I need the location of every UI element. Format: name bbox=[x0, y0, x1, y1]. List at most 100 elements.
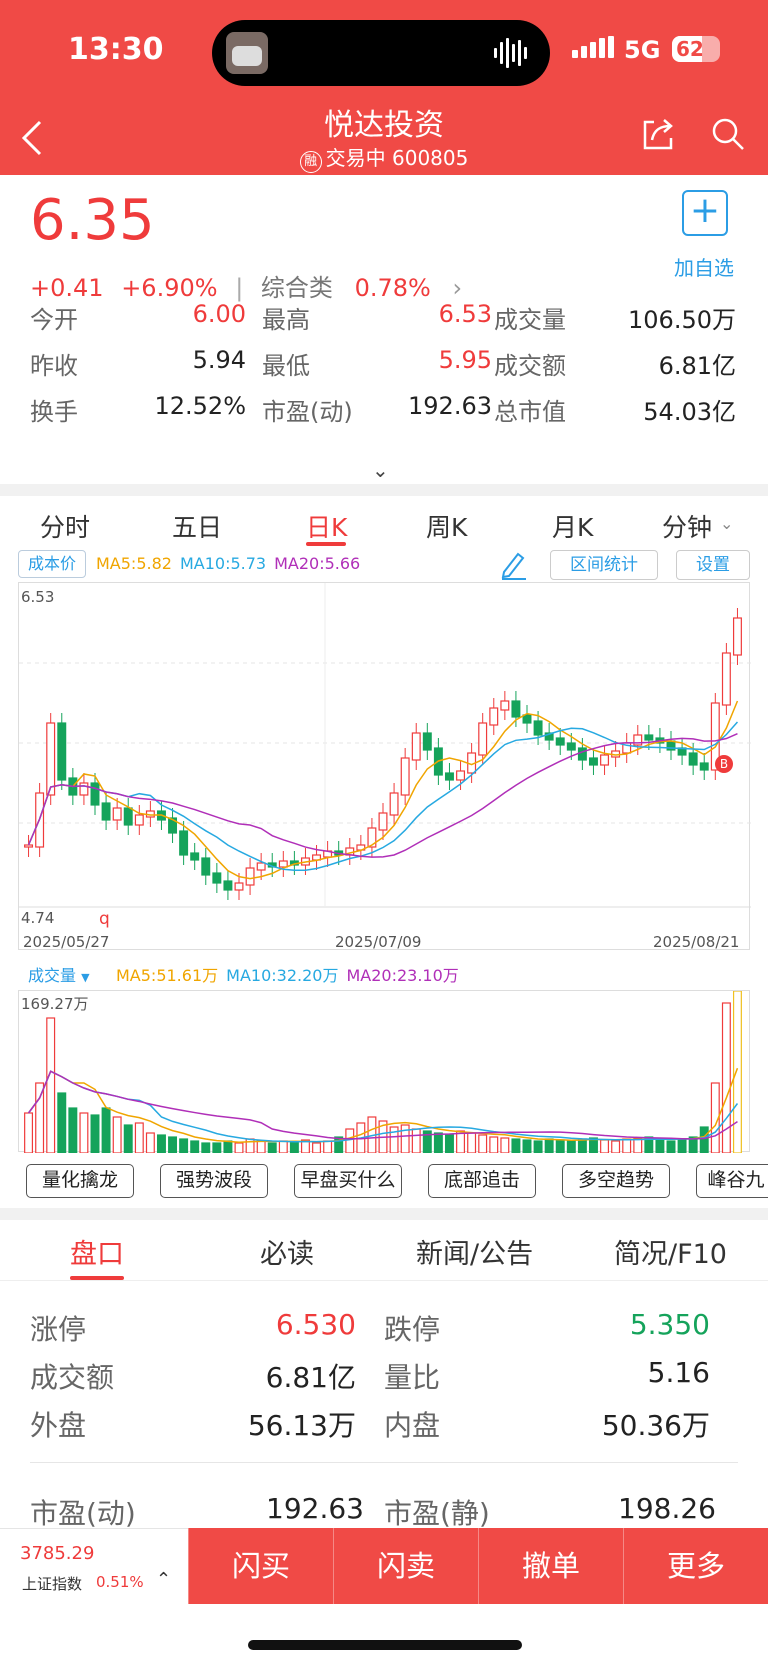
ma-line bbox=[27, 700, 739, 880]
pankou-label: 跌停 bbox=[384, 1313, 441, 1346]
ma-legend: MA5:5.82 MA10:5.73 MA20:5.66 bbox=[96, 554, 368, 573]
index-ticker[interactable]: 3785.29 上证指数 0.51% ⌃ bbox=[0, 1528, 188, 1604]
search-icon[interactable] bbox=[710, 116, 746, 152]
stat-value: 5.95 bbox=[438, 346, 492, 374]
strategy-button[interactable]: 峰谷九 bbox=[696, 1164, 768, 1198]
strategy-button[interactable]: 多空趋势 bbox=[562, 1164, 670, 1198]
range-stats-button[interactable]: 区间统计 bbox=[550, 550, 658, 580]
volume-bar bbox=[566, 1140, 576, 1154]
ma-legend-item: MA10:5.73 bbox=[179, 554, 267, 573]
pe-dynamic-label: 市盈(动) bbox=[30, 1497, 136, 1530]
sector-name: 综合类 bbox=[260, 274, 333, 302]
chart-settings-button[interactable]: 设置 bbox=[676, 550, 750, 580]
stat-label: 成交量 bbox=[494, 306, 566, 334]
x-label-end: 2025/08/21 bbox=[653, 933, 740, 951]
stat-label: 市盈(动) bbox=[262, 398, 353, 426]
change-row[interactable]: +0.41 +6.90% | 综合类 0.78% › bbox=[30, 268, 462, 303]
volume-bar bbox=[677, 1138, 687, 1154]
candle-body bbox=[511, 700, 521, 718]
pankou-label: 量比 bbox=[384, 1361, 441, 1394]
volume-bar bbox=[201, 1142, 211, 1154]
share-icon[interactable] bbox=[640, 116, 676, 152]
volume-chart[interactable]: 169.27万 bbox=[18, 990, 750, 1154]
candle-body bbox=[566, 742, 576, 751]
candle-body bbox=[400, 757, 410, 796]
candle-body bbox=[278, 860, 288, 868]
divider: | bbox=[235, 274, 244, 302]
stat-value: 6.53 bbox=[438, 300, 492, 328]
candle-body bbox=[456, 770, 466, 781]
section-gap bbox=[0, 484, 768, 496]
stat-label: 总市值 bbox=[494, 398, 566, 426]
add-watchlist-button[interactable]: + bbox=[682, 190, 728, 236]
period-tab[interactable]: 分时 bbox=[40, 508, 90, 544]
candle-body bbox=[688, 752, 698, 766]
volume-bar bbox=[732, 990, 742, 1154]
volume-bar bbox=[456, 1130, 466, 1154]
kline-chart[interactable]: 6.53 4.74 q B 2025/05/27 2025/07/09 2025… bbox=[18, 582, 751, 951]
candle-body bbox=[600, 754, 610, 766]
pankou-label: 外盘 bbox=[30, 1409, 87, 1442]
add-watchlist-label[interactable]: 加自选 bbox=[674, 252, 734, 281]
volume-bar bbox=[134, 1122, 144, 1154]
bottom-trade-bar: 3785.29 上证指数 0.51% ⌃ 闪买 闪卖 撤单 更多 bbox=[0, 1528, 768, 1604]
strategy-button[interactable]: 强势波段 bbox=[160, 1164, 268, 1198]
period-tab[interactable]: 五日 bbox=[172, 508, 222, 544]
volume-bar bbox=[622, 1138, 632, 1154]
cost-price-toggle[interactable]: 成本价 bbox=[18, 550, 86, 578]
volume-bar bbox=[179, 1138, 189, 1154]
trade-button[interactable]: 闪买 bbox=[188, 1528, 333, 1604]
chevron-right-icon: › bbox=[452, 274, 463, 302]
strategy-button[interactable]: 早盘买什么 bbox=[294, 1164, 402, 1198]
stat-value: 6.00 bbox=[192, 300, 246, 328]
volume-bar bbox=[345, 1128, 355, 1154]
volume-bar bbox=[511, 1138, 521, 1154]
pankou-value: 50.36万 bbox=[601, 1409, 710, 1442]
period-tab[interactable]: 周K bbox=[426, 508, 467, 544]
trade-button[interactable]: 撤单 bbox=[478, 1528, 623, 1604]
volume-bar bbox=[699, 1126, 709, 1154]
period-tab[interactable]: 月K bbox=[552, 508, 593, 544]
chevron-down-icon[interactable]: ⌄ bbox=[372, 458, 389, 482]
chevron-up-icon: ⌃ bbox=[156, 1569, 172, 1590]
strategy-button[interactable]: 底部追击 bbox=[428, 1164, 536, 1198]
trade-button[interactable]: 闪卖 bbox=[333, 1528, 478, 1604]
volume-bar bbox=[24, 1112, 34, 1154]
section-tab[interactable]: 简况/F10 bbox=[614, 1232, 727, 1271]
buy-signal-marker[interactable]: B bbox=[715, 755, 733, 773]
period-tabs: 分时 五日 日K 周K 月K 分钟 ⌄ bbox=[0, 500, 768, 550]
strategy-button[interactable]: 量化擒龙 bbox=[26, 1164, 134, 1198]
stat-label: 最高 bbox=[262, 306, 310, 334]
volume-bar bbox=[411, 1128, 421, 1154]
candle-body bbox=[699, 762, 709, 771]
trade-button[interactable]: 更多 bbox=[623, 1528, 768, 1604]
volume-bar bbox=[190, 1140, 200, 1154]
active-tab-indicator bbox=[306, 542, 346, 546]
status-time: 13:30 bbox=[68, 32, 164, 67]
volume-bar bbox=[79, 1112, 89, 1154]
period-tab[interactable]: 日K bbox=[306, 508, 347, 544]
candle-body bbox=[732, 617, 742, 656]
volume-bar bbox=[68, 1107, 78, 1154]
section-tab[interactable]: 必读 bbox=[260, 1232, 314, 1271]
period-tab[interactable]: 分钟 bbox=[662, 508, 712, 544]
volume-bar bbox=[289, 1141, 299, 1154]
volume-y-max: 169.27万 bbox=[21, 995, 89, 1013]
section-tab[interactable]: 盘口 bbox=[70, 1232, 124, 1271]
pankou-label: 涨停 bbox=[30, 1313, 87, 1346]
volume-bar bbox=[156, 1134, 166, 1154]
edit-pen-icon[interactable] bbox=[498, 548, 528, 580]
pe-static-label: 市盈(静) bbox=[384, 1497, 490, 1530]
stat-label: 今开 bbox=[30, 306, 78, 334]
candle-body bbox=[212, 872, 222, 884]
home-indicator bbox=[248, 1640, 522, 1650]
pe-dynamic-value: 192.63 bbox=[266, 1492, 364, 1525]
volume-bar bbox=[278, 1140, 288, 1154]
candle-body bbox=[46, 722, 56, 796]
ma-legend-item: MA5:5.82 bbox=[96, 554, 172, 573]
volume-bar bbox=[444, 1134, 454, 1154]
candle-body bbox=[24, 844, 34, 848]
pankou-label: 成交额 bbox=[30, 1361, 115, 1394]
volume-selector[interactable]: 成交量 ▼ bbox=[28, 962, 90, 986]
section-tab[interactable]: 新闻/公告 bbox=[416, 1232, 533, 1271]
